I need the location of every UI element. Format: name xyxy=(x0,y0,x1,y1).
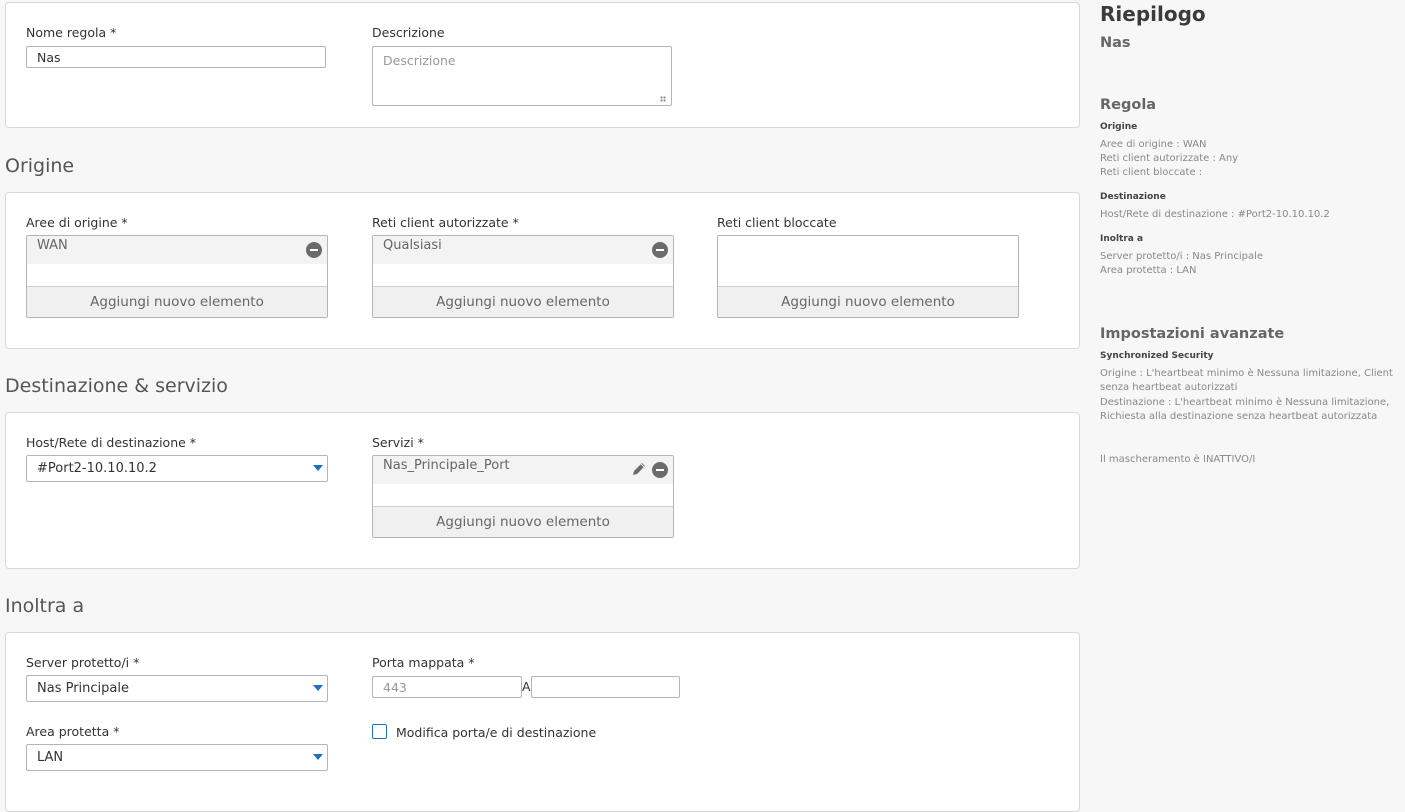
destination-host-label: Host/Rete di destinazione * xyxy=(26,435,197,450)
destination-section-title: Destinazione & servizio xyxy=(5,375,228,397)
list-item: Qualsiasi xyxy=(373,236,673,264)
blocked-networks-list: Aggiungi nuovo elemento xyxy=(717,235,1019,318)
summary-advanced-heading: Impostazioni avanzate xyxy=(1100,326,1285,342)
summary-sync-line: senza heartbeat autorizzati xyxy=(1100,382,1238,393)
chevron-down-icon xyxy=(313,465,323,471)
port-range-separator: A xyxy=(522,679,531,694)
mapped-port-to-input[interactable] xyxy=(531,676,680,698)
summary-forward-line: Area protetta : LAN xyxy=(1100,265,1197,276)
summary-origin-line: Reti client bloccate : xyxy=(1100,167,1203,178)
list-item: Nas_Principale_Port xyxy=(373,456,673,484)
destination-host-select[interactable]: #Port2-10.10.10.2 xyxy=(26,455,328,482)
protected-zone-value: LAN xyxy=(37,750,64,765)
allowed-network-item: Qualsiasi xyxy=(383,238,442,253)
resize-grip-icon[interactable] xyxy=(660,96,666,102)
forward-section-title: Inoltra a xyxy=(5,595,85,617)
chevron-down-icon xyxy=(313,685,323,691)
blocked-networks-label: Reti client bloccate xyxy=(717,215,837,230)
allowed-networks-label: Reti client autorizzate * xyxy=(372,215,519,230)
add-blocked-network-button[interactable]: Aggiungi nuovo elemento xyxy=(718,286,1018,317)
forward-card: Server protetto/i * Nas Principale Porta… xyxy=(5,632,1080,812)
origin-card: Aree di origine * WAN Aggiungi nuovo ele… xyxy=(5,192,1080,349)
summary-title: Riepilogo xyxy=(1100,2,1206,26)
summary-sync-line: Destinazione : L'heartbeat minimo è Ness… xyxy=(1100,397,1390,408)
destination-host-value: #Port2-10.10.10.2 xyxy=(37,461,157,476)
source-zone-item: WAN xyxy=(37,238,68,253)
modify-port-checkbox[interactable] xyxy=(372,724,387,739)
protected-server-value: Nas Principale xyxy=(37,681,129,696)
protected-server-label: Server protetto/i * xyxy=(26,655,140,670)
add-source-zone-button[interactable]: Aggiungi nuovo elemento xyxy=(27,286,327,317)
protected-zone-label: Area protetta * xyxy=(26,724,120,739)
service-item: Nas_Principale_Port xyxy=(383,458,510,473)
source-zones-list: WAN Aggiungi nuovo elemento xyxy=(26,235,328,318)
allowed-networks-list: Qualsiasi Aggiungi nuovo elemento xyxy=(372,235,674,318)
summary-destination-heading: Destinazione xyxy=(1100,192,1166,202)
pencil-icon[interactable] xyxy=(631,461,647,477)
summary-rule-heading: Regola xyxy=(1100,97,1157,113)
services-list: Nas_Principale_Port Aggiungi nuovo eleme… xyxy=(372,455,674,538)
remove-minus-icon[interactable] xyxy=(306,242,322,258)
summary-masquerade-line: Il mascheramento è INATTIVO/I xyxy=(1100,454,1256,465)
rule-card: Nome regola * Descrizione xyxy=(5,2,1080,128)
remove-minus-icon[interactable] xyxy=(652,462,668,478)
description-textarea[interactable] xyxy=(372,46,672,106)
services-label: Servizi * xyxy=(372,435,424,450)
summary-origin-heading: Origine xyxy=(1100,122,1138,132)
summary-sync-line: Origine : L'heartbeat minimo è Nessuna l… xyxy=(1100,368,1393,379)
protected-zone-select[interactable]: LAN xyxy=(26,744,328,771)
summary-sync-heading: Synchronized Security xyxy=(1100,351,1214,361)
protected-server-select[interactable]: Nas Principale xyxy=(26,675,328,702)
source-zones-label: Aree di origine * xyxy=(26,215,128,230)
chevron-down-icon xyxy=(313,754,323,760)
mapped-port-from-input[interactable] xyxy=(372,676,522,698)
modify-port-label[interactable]: Modifica porta/e di destinazione xyxy=(396,725,596,740)
summary-forward-heading: Inoltra a xyxy=(1100,234,1144,244)
rule-name-label: Nome regola * xyxy=(26,25,117,40)
list-item: WAN xyxy=(27,236,327,264)
summary-rule-name: Nas xyxy=(1100,35,1131,51)
add-service-button[interactable]: Aggiungi nuovo elemento xyxy=(373,506,673,537)
summary-origin-line: Aree di origine : WAN xyxy=(1100,139,1207,150)
remove-minus-icon[interactable] xyxy=(652,242,668,258)
summary-forward-line: Server protetto/i : Nas Principale xyxy=(1100,251,1263,262)
description-label: Descrizione xyxy=(372,25,445,40)
destination-card: Host/Rete di destinazione * #Port2-10.10… xyxy=(5,412,1080,569)
origin-section-title: Origine xyxy=(5,155,75,177)
rule-name-input[interactable] xyxy=(26,46,326,68)
summary-destination-line: Host/Rete di destinazione : #Port2-10.10… xyxy=(1100,209,1330,220)
summary-origin-line: Reti client autorizzate : Any xyxy=(1100,153,1239,164)
add-allowed-network-button[interactable]: Aggiungi nuovo elemento xyxy=(373,286,673,317)
mapped-port-label: Porta mappata * xyxy=(372,655,475,670)
summary-sync-line: Richiesta alla destinazione senza heartb… xyxy=(1100,411,1378,422)
